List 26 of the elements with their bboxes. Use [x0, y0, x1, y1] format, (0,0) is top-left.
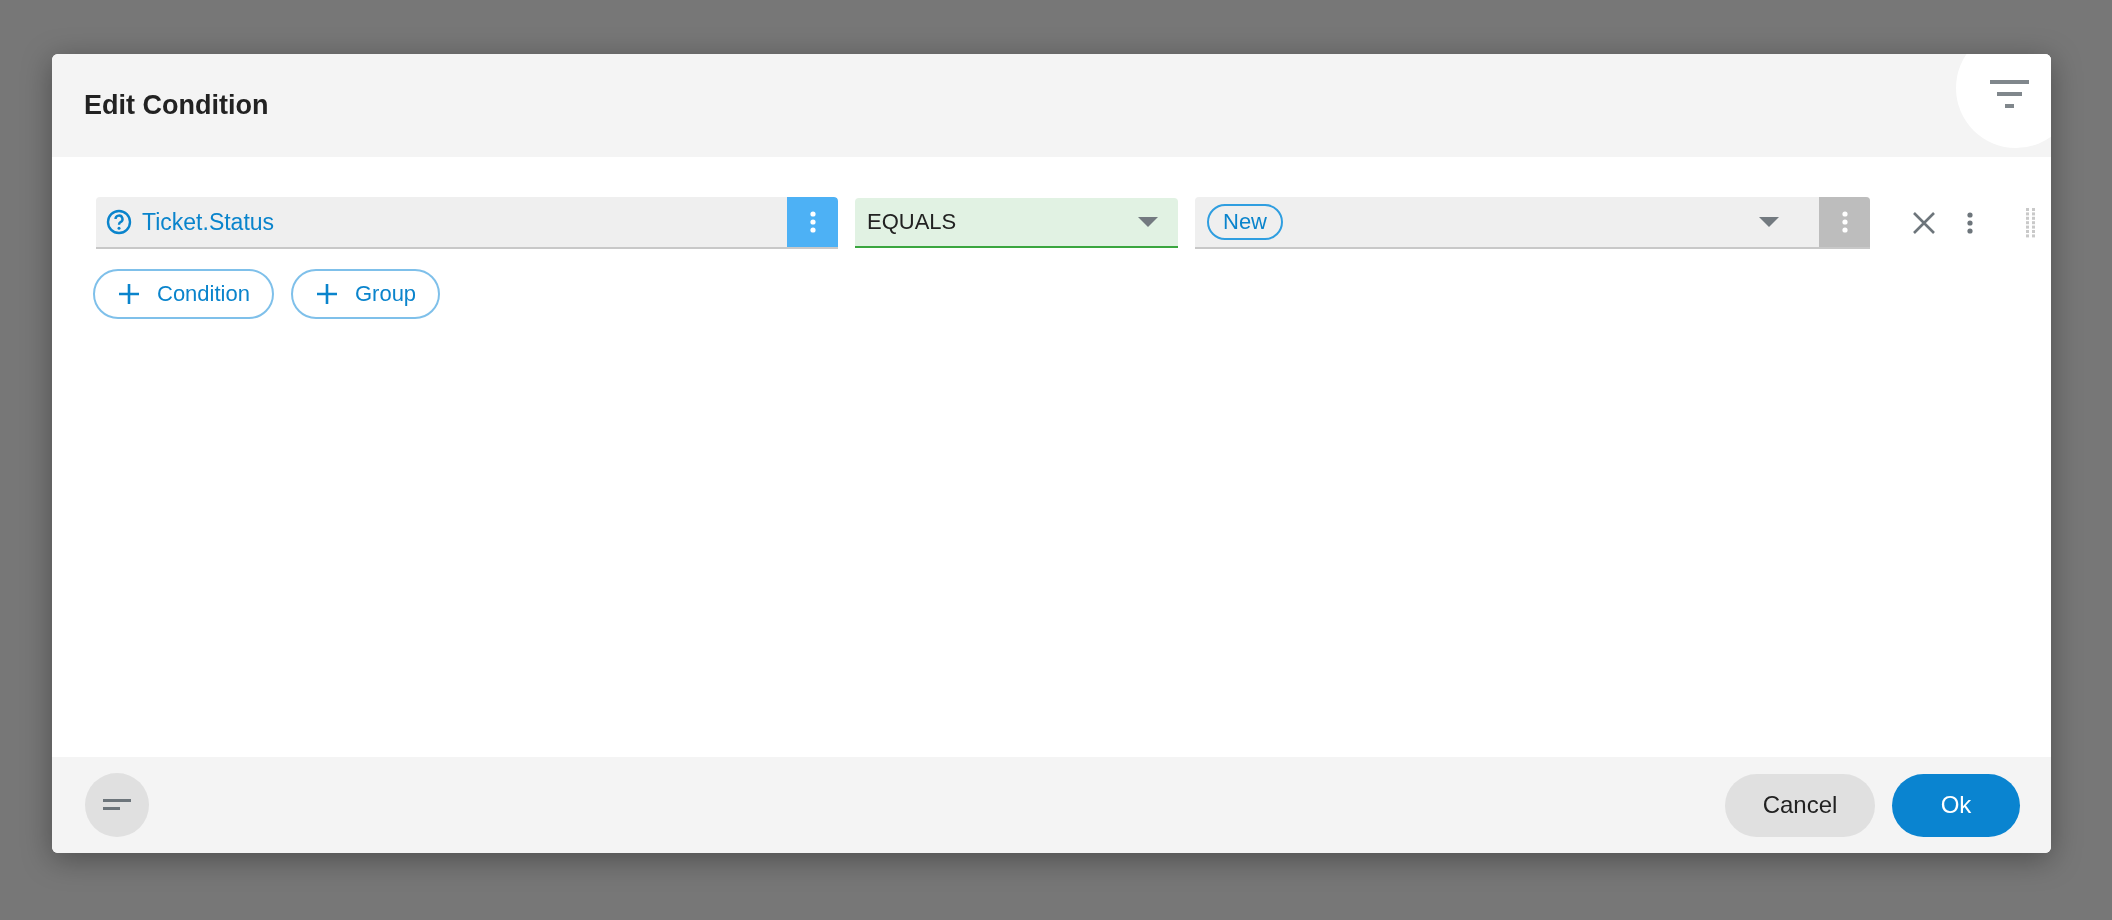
more-button[interactable]	[1967, 212, 1973, 234]
close-icon	[1912, 211, 1936, 235]
plus-icon	[316, 284, 337, 304]
kebab-icon	[1841, 211, 1848, 233]
value-chip[interactable]: New	[1207, 204, 1283, 240]
drag-handle-icon[interactable]	[2026, 208, 2036, 238]
filter-icon	[1990, 78, 2030, 110]
add-button[interactable]: Condition	[93, 269, 274, 319]
value-dropdown[interactable]: New	[1195, 197, 1870, 249]
field-selector[interactable]: Ticket.Status	[96, 197, 838, 249]
dialog-title: Edit Condition	[84, 90, 269, 121]
notes-icon	[103, 799, 131, 811]
caret-icon	[1138, 217, 1158, 227]
remove-button[interactable]	[1912, 211, 1936, 235]
caret-icon	[1759, 217, 1779, 227]
operator-value: EQUALS	[867, 209, 957, 235]
kebab-icon	[1967, 212, 1973, 234]
add-button[interactable]: Group	[290, 269, 441, 319]
field-options-button[interactable]	[787, 197, 838, 247]
plus-icon	[119, 284, 139, 304]
ok-button[interactable]: Ok	[1892, 773, 2020, 837]
cancel-button[interactable]: Cancel	[1725, 773, 1875, 837]
operator-dropdown[interactable]: EQUALS	[855, 198, 1178, 248]
help-icon	[106, 209, 132, 235]
kebab-icon	[809, 211, 816, 233]
field-name: Ticket.Status	[142, 208, 276, 236]
